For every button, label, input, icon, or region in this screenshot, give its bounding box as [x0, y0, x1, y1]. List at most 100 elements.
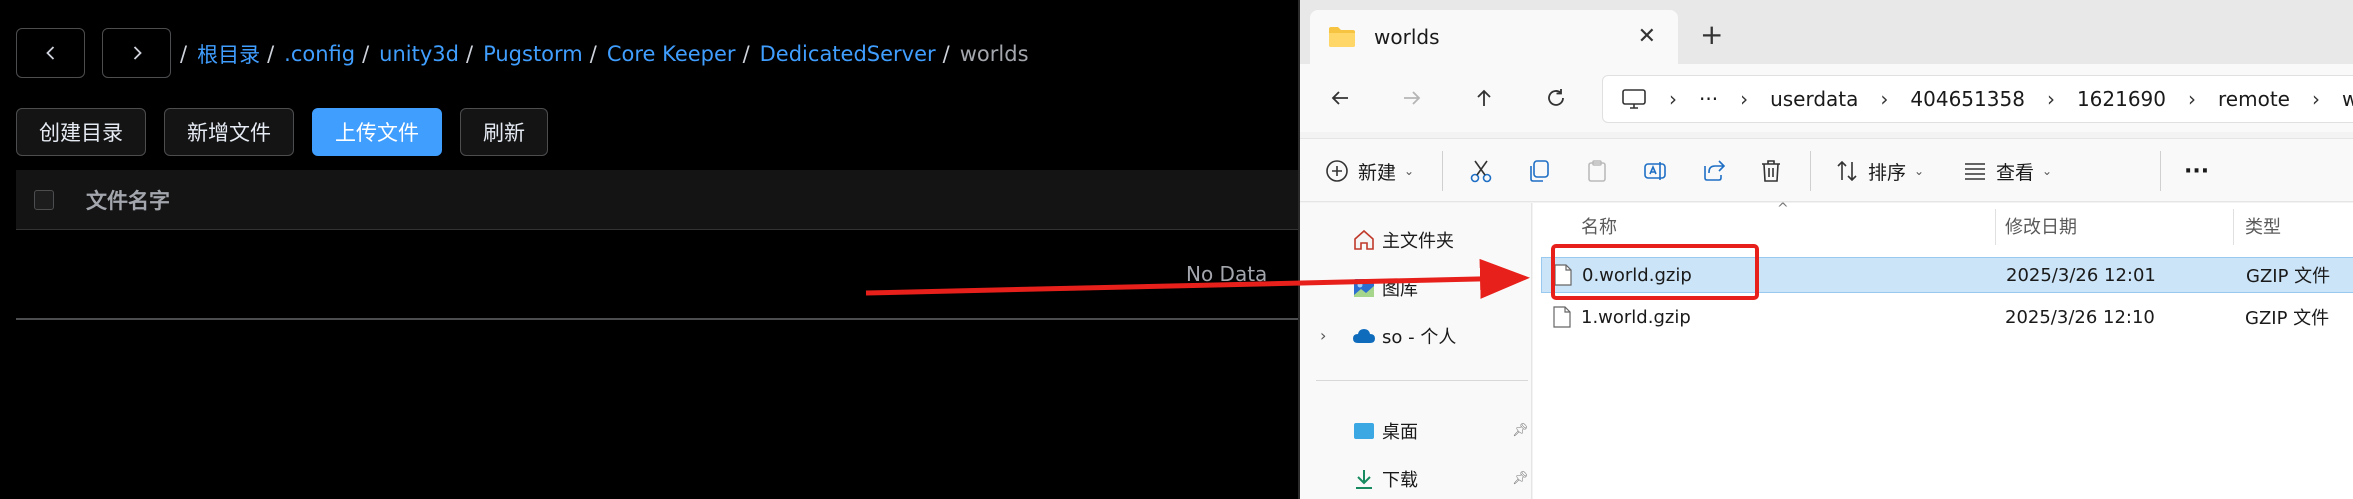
file-icon: [1553, 306, 1571, 328]
command-bar: 新建 ⌄ 排序 ⌄ 查看 ⌄ ···: [1300, 138, 2353, 202]
address-segment[interactable]: w: [2342, 87, 2353, 111]
folder-icon: [1329, 27, 1355, 47]
address-segment[interactable]: 404651358: [1910, 87, 2025, 111]
delete-button[interactable]: [1758, 155, 1784, 187]
new-file-button[interactable]: 新增文件: [164, 108, 294, 156]
rename-button[interactable]: [1642, 155, 1668, 187]
trash-icon: [1762, 160, 1780, 182]
column-header-filename: 文件名字: [86, 188, 170, 213]
navigation-pane: 主文件夹 图库 › so - 个人 桌面 📌︎ 下载 📌︎: [1300, 203, 1532, 499]
nav-label-onedrive: so - 个人: [1382, 327, 1457, 348]
home-icon: [1354, 229, 1374, 250]
chevron-right-icon: ›: [1740, 87, 1749, 111]
table-divider: [16, 318, 1300, 320]
breadcrumb-config[interactable]: .config: [284, 42, 355, 66]
paste-button[interactable]: [1584, 155, 1610, 187]
up-arrow-icon[interactable]: [1468, 82, 1500, 114]
chevron-left-icon: [45, 46, 54, 60]
upload-file-button[interactable]: 上传文件: [312, 108, 442, 156]
column-header-type[interactable]: 类型: [2245, 203, 2281, 249]
rename-icon: [1644, 162, 1666, 180]
address-overflow[interactable]: ···: [1699, 87, 1718, 111]
refresh-button[interactable]: 刷新: [460, 108, 548, 156]
explorer-window: worlds ✕ + › ··· › userdata › 404651358 …: [1298, 0, 2353, 499]
web-file-manager: / 根目录 / .config / unity3d / Pugstorm / C…: [0, 0, 1300, 499]
copy-button[interactable]: [1526, 155, 1552, 187]
breadcrumb-unity3d[interactable]: unity3d: [379, 42, 459, 66]
address-toolbar: › ··· › userdata › 404651358 › 1621690 ›…: [1300, 64, 2353, 132]
scissors-icon: [1470, 160, 1492, 183]
breadcrumb-separator: /: [742, 42, 750, 66]
expand-chevron-icon[interactable]: ›: [1320, 326, 1326, 345]
divider: [1442, 151, 1443, 191]
breadcrumb-separator: /: [180, 42, 188, 66]
breadcrumb-core-keeper[interactable]: Core Keeper: [607, 42, 736, 66]
divider: [1810, 151, 1811, 191]
empty-state-text: No Data: [1186, 262, 1268, 286]
file-type: GZIP 文件: [2246, 266, 2331, 287]
file-modified: 2025/3/26 12:10: [2005, 306, 2155, 328]
new-button[interactable]: 新建 ⌄: [1324, 155, 1414, 187]
nav-item-gallery[interactable]: 图库: [1352, 274, 1418, 302]
back-arrow-icon[interactable]: [1324, 82, 1356, 114]
copy-icon: [1530, 160, 1549, 182]
table-header: 文件名字: [16, 170, 1300, 230]
breadcrumb-pugstorm[interactable]: Pugstorm: [483, 42, 583, 66]
nav-item-home[interactable]: 主文件夹: [1352, 226, 1454, 254]
address-bar[interactable]: › ··· › userdata › 404651358 › 1621690 ›…: [1602, 75, 2353, 123]
new-tab-icon[interactable]: +: [1700, 20, 1723, 50]
new-label: 新建: [1358, 161, 1397, 184]
column-header-modified[interactable]: 修改日期: [2005, 203, 2077, 249]
more-options-button[interactable]: ···: [2184, 155, 2209, 187]
share-button[interactable]: [1700, 155, 1726, 187]
chevron-down-icon: ⌄: [2042, 164, 2053, 178]
address-segment[interactable]: remote: [2218, 87, 2290, 111]
nav-label-downloads: 下载: [1382, 470, 1418, 491]
chevron-right-icon: ›: [2311, 87, 2320, 111]
view-button[interactable]: 查看 ⌄: [1962, 155, 2052, 187]
breadcrumb-separator: /: [465, 42, 474, 66]
desktop-icon: [1354, 423, 1374, 439]
breadcrumb-root[interactable]: 根目录: [197, 39, 260, 69]
chevron-right-icon: ›: [1880, 87, 1889, 111]
pin-icon: 📌︎: [1512, 471, 1529, 486]
select-all-checkbox[interactable]: [34, 189, 54, 210]
cloud-icon: [1353, 329, 1375, 343]
nav-item-downloads[interactable]: 下载: [1352, 465, 1418, 493]
tab-worlds[interactable]: worlds ✕: [1310, 10, 1678, 64]
address-segment[interactable]: userdata: [1770, 87, 1858, 111]
download-icon: [1356, 470, 1372, 489]
chevron-right-icon: [133, 46, 142, 60]
forward-arrow-icon[interactable]: [1396, 82, 1428, 114]
breadcrumb-separator: /: [589, 42, 597, 66]
divider: [1316, 380, 1528, 381]
tab-title: worlds: [1374, 25, 1440, 49]
column-divider[interactable]: [1995, 209, 1996, 245]
pin-icon: 📌︎: [1512, 423, 1529, 438]
cut-button[interactable]: [1468, 155, 1494, 187]
breadcrumb-separator: /: [362, 42, 370, 66]
chevron-down-icon: ⌄: [1914, 164, 1925, 178]
breadcrumb-separator: /: [267, 42, 275, 66]
address-segment[interactable]: 1621690: [2077, 87, 2166, 111]
nav-item-desktop[interactable]: 桌面: [1352, 417, 1418, 445]
column-divider[interactable]: [2233, 209, 2234, 245]
sort-caret-icon: ^: [1777, 201, 1789, 217]
nav-label-desktop: 桌面: [1382, 422, 1418, 443]
column-header-name[interactable]: 名称: [1581, 203, 1617, 249]
refresh-icon[interactable]: [1540, 82, 1572, 114]
back-button[interactable]: [16, 28, 85, 78]
create-directory-button[interactable]: 创建目录: [16, 108, 146, 156]
sort-button[interactable]: 排序 ⌄: [1834, 155, 1924, 187]
breadcrumb-dedicated-server[interactable]: DedicatedServer: [760, 42, 936, 66]
nav-item-onedrive[interactable]: so - 个人: [1352, 322, 1456, 350]
share-icon: [1704, 160, 1726, 181]
close-tab-icon[interactable]: ✕: [1638, 24, 1656, 49]
file-row[interactable]: 1.world.gzip 2025/3/26 12:10 GZIP 文件: [1541, 299, 2353, 335]
file-modified: 2025/3/26 12:01: [2006, 264, 2156, 286]
view-list-icon: [1965, 163, 1985, 180]
breadcrumb-separator: /: [942, 42, 950, 66]
highlight-box: [1551, 244, 1759, 300]
monitor-icon: [1622, 89, 1646, 109]
forward-button[interactable]: [102, 28, 171, 78]
